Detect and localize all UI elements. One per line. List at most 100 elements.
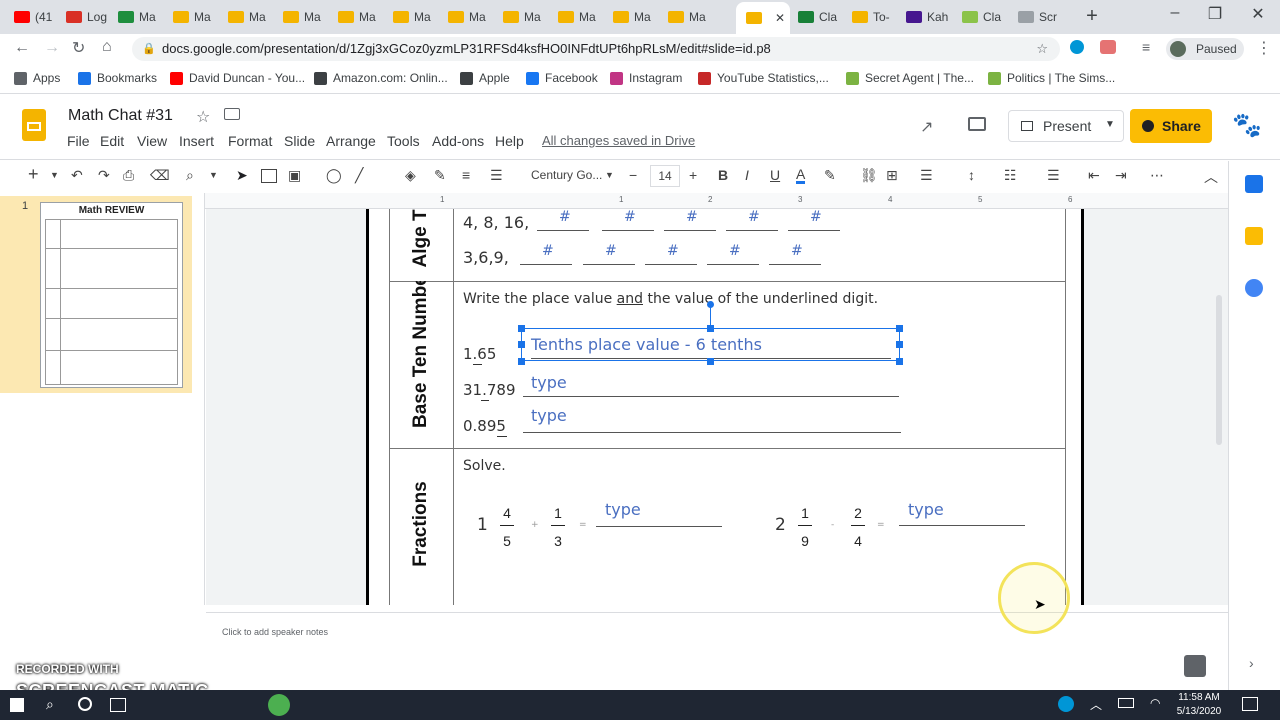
close-window-icon[interactable]: ✕ <box>1248 4 1268 24</box>
border-color-icon[interactable]: ✎ <box>434 167 446 184</box>
sequence-answer[interactable]: # <box>667 243 679 259</box>
sequence-answer[interactable]: # <box>542 243 554 259</box>
numbered-list-icon[interactable]: ☷ <box>1004 167 1017 184</box>
profile-button[interactable]: Paused <box>1166 38 1244 60</box>
browser-tab[interactable]: Ma <box>613 4 663 30</box>
font-family-select[interactable]: Century Go... <box>531 168 602 182</box>
text-box-icon[interactable] <box>261 169 277 183</box>
sequence-answer[interactable]: # <box>810 209 822 225</box>
answer-2-text[interactable]: type <box>531 373 567 392</box>
browser-tab[interactable]: Cla <box>798 4 848 30</box>
italic-icon[interactable]: I <box>745 167 749 183</box>
line-spacing-icon[interactable]: ↕ <box>968 167 975 183</box>
resize-handle[interactable] <box>518 341 525 348</box>
new-tab-button[interactable]: + <box>1083 5 1101 28</box>
decrease-indent-icon[interactable]: ⇤ <box>1088 167 1100 184</box>
new-slide-dropdown-icon[interactable]: ▼ <box>50 170 59 180</box>
bookmark-item[interactable]: Apple <box>460 71 510 85</box>
resize-handle[interactable] <box>518 325 525 332</box>
menu-addons[interactable]: Add-ons <box>432 133 484 149</box>
slide[interactable]: Alge Thi 4, 8, 16, 3,6,9, Base Ten Numbe… <box>366 209 1084 605</box>
border-weight-icon[interactable]: ≡ <box>462 167 470 183</box>
resize-handle[interactable] <box>518 358 525 365</box>
increase-indent-icon[interactable]: ⇥ <box>1115 167 1127 184</box>
maximize-icon[interactable]: ❐ <box>1205 4 1225 24</box>
sequence-answer[interactable]: # <box>748 209 760 225</box>
answer-1-text[interactable]: Tenths place value - 6 tenths <box>531 335 762 354</box>
presentation-title[interactable]: Math Chat #31 <box>68 107 173 125</box>
star-icon[interactable]: ☆ <box>196 107 210 127</box>
sequence-answer[interactable]: # <box>686 209 698 225</box>
calendar-icon[interactable] <box>1245 175 1263 193</box>
font-dropdown-icon[interactable]: ▼ <box>605 170 614 180</box>
browser-tab[interactable]: Ma <box>668 4 718 30</box>
keep-icon[interactable] <box>1245 227 1263 245</box>
extension-icon[interactable] <box>1100 40 1116 54</box>
minimize-icon[interactable]: – <box>1165 4 1185 22</box>
align-icon[interactable]: ☰ <box>920 167 933 184</box>
browser-tab[interactable]: Ma <box>228 4 278 30</box>
line-icon[interactable]: ╱ <box>355 167 363 184</box>
browser-tab[interactable]: Kah <box>906 4 956 30</box>
rotate-handle[interactable] <box>707 301 714 308</box>
sequence-answer[interactable]: # <box>791 243 803 259</box>
print-icon[interactable]: ⎙ <box>123 167 134 184</box>
resize-handle[interactable] <box>896 325 903 332</box>
paw-avatar-icon[interactable]: 🐾 <box>1232 111 1262 140</box>
menu-tools[interactable]: Tools <box>387 133 420 149</box>
fraction-answer-1[interactable]: type <box>605 500 641 519</box>
task-view-icon[interactable] <box>110 698 126 712</box>
redo-icon[interactable]: ↷ <box>98 167 110 184</box>
bookmark-item[interactable]: Facebook <box>526 71 598 85</box>
reload-icon[interactable]: ↻ <box>72 38 85 58</box>
chrome-taskbar-icon[interactable] <box>268 694 290 716</box>
font-size-input[interactable]: 14 <box>650 165 680 187</box>
bookmark-item[interactable]: Instagram <box>610 71 682 85</box>
decrease-font-icon[interactable]: − <box>629 167 637 183</box>
menu-view[interactable]: View <box>137 133 167 149</box>
fraction-answer-2[interactable]: type <box>908 500 944 519</box>
browser-tab[interactable]: Ma <box>558 4 608 30</box>
activity-icon[interactable]: ↗ <box>920 117 933 137</box>
menu-slide[interactable]: Slide <box>284 133 315 149</box>
slide-thumbnail[interactable]: Math REVIEW <box>40 202 183 388</box>
zoom-dropdown-icon[interactable]: ▼ <box>209 170 218 180</box>
undo-icon[interactable]: ↶ <box>71 167 83 184</box>
tasks-icon[interactable] <box>1245 279 1263 297</box>
menu-file[interactable]: File <box>67 133 90 149</box>
hp-extension-icon[interactable] <box>1070 40 1084 54</box>
browser-tab[interactable]: (41 <box>14 4 64 30</box>
bookmark-item[interactable]: YouTube Statistics,... <box>698 71 829 85</box>
browser-tab[interactable]: Ma <box>393 4 443 30</box>
notifications-icon[interactable] <box>1242 697 1258 711</box>
text-color-icon[interactable]: A <box>796 167 806 184</box>
address-bar[interactable]: 🔒 docs.google.com/presentation/d/1Zgj3xG… <box>132 37 1060 61</box>
paint-format-icon[interactable]: ⌫ <box>150 167 170 184</box>
browser-tab[interactable]: Ma <box>503 4 553 30</box>
comment-add-icon[interactable]: ⊞ <box>886 167 898 184</box>
browser-tab[interactable]: Ma <box>173 4 223 30</box>
home-icon[interactable]: ⌂ <box>102 38 112 56</box>
share-button[interactable]: Share <box>1130 109 1212 143</box>
menu-edit[interactable]: Edit <box>100 133 124 149</box>
bookmark-item[interactable]: Bookmarks <box>78 71 157 85</box>
shape-icon[interactable]: ◯ <box>326 167 342 184</box>
sequence-answer[interactable]: # <box>605 243 617 259</box>
comments-icon[interactable] <box>968 117 986 131</box>
bookmark-item[interactable]: Amazon.com: Onlin... <box>314 71 448 85</box>
browser-tab[interactable]: Cla <box>962 4 1012 30</box>
windows-start-icon[interactable] <box>10 698 24 712</box>
playlist-icon[interactable]: ≡ <box>1142 39 1150 55</box>
bookmark-item[interactable]: Apps <box>14 71 60 85</box>
link-icon[interactable]: ⛓ <box>860 167 878 184</box>
resize-handle[interactable] <box>707 358 714 365</box>
menu-arrange[interactable]: Arrange <box>326 133 376 149</box>
browser-tab[interactable]: To- <box>852 4 902 30</box>
bookmark-item[interactable]: Secret Agent | The... <box>846 71 974 85</box>
increase-font-icon[interactable]: + <box>689 167 697 183</box>
zoom-icon[interactable]: ⌕ <box>186 167 194 184</box>
explore-icon[interactable] <box>1184 655 1206 677</box>
collapse-toolbar-icon[interactable]: ︿ <box>1204 167 1218 187</box>
bold-icon[interactable]: B <box>718 167 728 183</box>
star-bookmark-icon[interactable]: ☆ <box>1036 37 1048 61</box>
